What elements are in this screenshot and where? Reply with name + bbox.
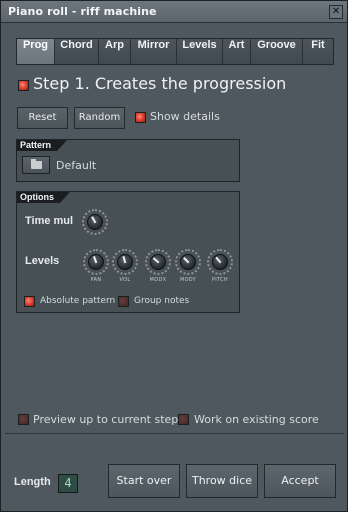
window-title: Piano roll - riff machine	[8, 5, 157, 18]
levels-label: Levels	[25, 255, 60, 267]
tab-fit[interactable]: Fit	[303, 39, 333, 64]
tab-arp[interactable]: Arp	[99, 39, 131, 64]
pan-knob[interactable]	[83, 249, 109, 275]
reset-button[interactable]: Reset	[17, 107, 68, 129]
tab-art[interactable]: Art	[223, 39, 251, 64]
title-bar[interactable]: Piano roll - riff machine ✕	[1, 1, 347, 23]
folder-glyph	[31, 159, 42, 169]
length-label: Length	[14, 476, 51, 488]
work-existing-label: Work on existing score	[194, 413, 319, 426]
step-title: Step 1. Creates the progression	[33, 74, 287, 93]
pattern-name: Default	[56, 159, 97, 172]
tab-chord[interactable]: Chord	[55, 39, 99, 64]
tab-bar: Prog Chord Arp Mirror Levels Art Groove …	[16, 38, 334, 65]
absolute-pattern-checkbox[interactable]	[24, 296, 35, 307]
mody-knob[interactable]	[175, 249, 201, 275]
tab-groove[interactable]: Groove	[251, 39, 303, 64]
options-panel: Options Time mul Levels PAN VOL MODX MOD…	[16, 191, 240, 313]
time-mul-label: Time mul	[25, 215, 74, 227]
folder-icon[interactable]	[22, 156, 50, 174]
show-details-label: Show details	[150, 110, 220, 123]
pattern-panel: Pattern Default	[16, 139, 240, 182]
work-existing-checkbox[interactable]	[178, 414, 189, 425]
pitch-knob[interactable]	[207, 249, 233, 275]
pitch-knob-label: PITCH	[211, 277, 228, 283]
close-icon[interactable]: ✕	[329, 5, 343, 19]
vol-knob[interactable]	[112, 249, 138, 275]
group-notes-label: Group notes	[134, 296, 190, 306]
footer-divider	[5, 433, 344, 434]
pattern-header: Pattern	[17, 140, 67, 151]
start-over-button[interactable]: Start over	[108, 464, 180, 498]
mody-knob-label: MODY	[179, 277, 197, 283]
options-header: Options	[17, 192, 70, 203]
show-details-checkbox[interactable]	[135, 112, 146, 123]
tab-levels[interactable]: Levels	[177, 39, 223, 64]
modx-knob-label: MODX	[149, 277, 167, 283]
preview-checkbox[interactable]	[18, 414, 29, 425]
absolute-pattern-label: Absolute pattern	[40, 296, 116, 306]
preview-label: Preview up to current step	[33, 413, 179, 426]
riff-machine-window: Piano roll - riff machine ✕ Prog Chord A…	[0, 0, 348, 512]
throw-dice-button[interactable]: Throw dice	[186, 464, 258, 498]
random-button[interactable]: Random	[74, 107, 125, 129]
pan-knob-label: PAN	[90, 277, 102, 283]
vol-knob-label: VOL	[119, 277, 131, 283]
time-mul-knob[interactable]	[82, 209, 108, 235]
group-notes-checkbox[interactable]	[118, 296, 129, 307]
modx-knob[interactable]	[145, 249, 171, 275]
accept-button[interactable]: Accept	[264, 464, 336, 498]
tab-prog[interactable]: Prog	[17, 39, 55, 64]
tab-mirror[interactable]: Mirror	[131, 39, 177, 64]
step-checkbox[interactable]	[18, 80, 29, 91]
length-value[interactable]: 4	[58, 474, 78, 493]
